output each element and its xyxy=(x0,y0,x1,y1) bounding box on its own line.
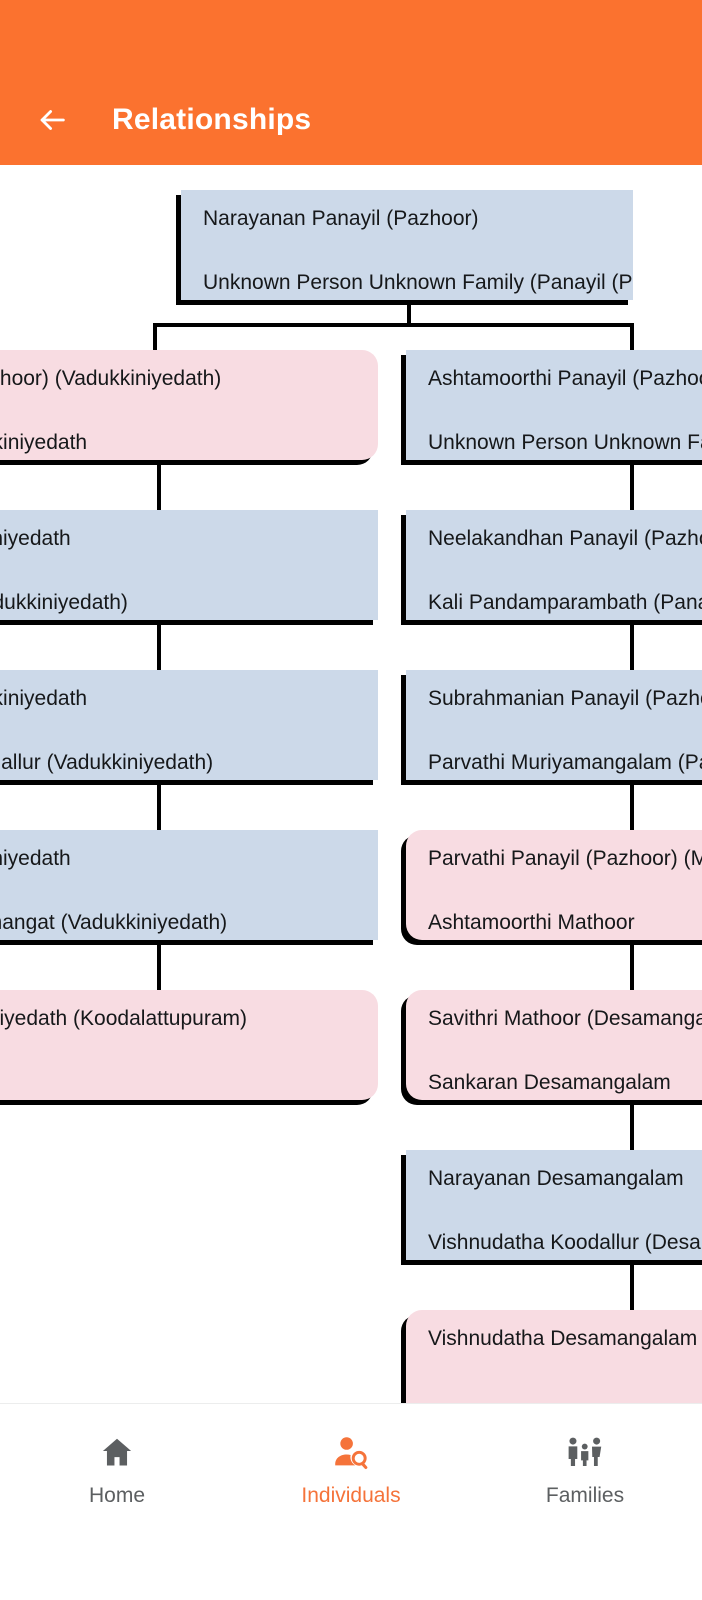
person-card-secondary-name: anan Vadukkiniyedath xyxy=(0,431,88,454)
connector-left-1 xyxy=(157,460,161,512)
person-card-left-3[interactable]: anan Vadukkiniyedath udatha Koodallur (V… xyxy=(0,670,378,780)
nav-item-label: Home xyxy=(88,1484,146,1507)
person-card-primary-name: anan Vadukkiniyedath xyxy=(0,687,88,710)
connector-right-3 xyxy=(630,780,634,832)
person-card-right-3[interactable]: Subrahmanian Panayil (Pazhoor) Parvathi … xyxy=(406,670,702,780)
nav-item-home[interactable]: Home xyxy=(0,1432,234,1508)
person-card-secondary-name: Unknown Person Unknown Family (Panayil (… xyxy=(203,271,633,294)
person-card-left-4[interactable]: ran Vadukkiniyedath atha Chemmangat (Vad… xyxy=(0,830,378,940)
person-card-primary-name: Savithri Mathoor (Desamangalam) xyxy=(428,1007,702,1030)
person-card-right-5[interactable]: Savithri Mathoor (Desamangalam) Sankaran… xyxy=(406,990,702,1100)
person-card-primary-name: Neelakandhan Panayil (Pazhoor) xyxy=(428,527,702,550)
person-card-secondary-name: Chittoor (Vadukkiniyedath) xyxy=(0,591,128,614)
person-card-primary-name: ran Vadukkiniyedath xyxy=(0,847,71,870)
person-card-primary-name: evi Vadukkiniyedath (Koodalattupuram) xyxy=(0,1007,247,1030)
person-card-right-7[interactable]: Vishnudatha Desamangalam xyxy=(406,1310,702,1403)
connector-right-1 xyxy=(630,460,634,512)
person-card-primary-name: Panayil (Pazhoor) (Vadukkiniyedath) xyxy=(0,367,222,390)
family-icon xyxy=(564,1432,606,1472)
person-card-primary-name: Vishnudatha Desamangalam xyxy=(428,1327,698,1350)
page-title: Relationships xyxy=(112,102,312,136)
connector-right-4 xyxy=(630,940,634,992)
person-card-right-2[interactable]: Neelakandhan Panayil (Pazhoor) Kali Pand… xyxy=(406,510,702,620)
person-card-left-1[interactable]: Panayil (Pazhoor) (Vadukkiniyedath) anan… xyxy=(0,350,378,460)
back-button[interactable] xyxy=(16,84,88,156)
person-card-left-5[interactable]: evi Vadukkiniyedath (Koodalattupuram) xyxy=(0,990,378,1100)
connector-left-3 xyxy=(157,780,161,832)
person-card-primary-name: Subrahmanian Panayil (Pazhoor) xyxy=(428,687,702,710)
person-card-right-1[interactable]: Ashtamoorthi Panayil (Pazhoor) Unknown P… xyxy=(406,350,702,460)
arrow-left-icon xyxy=(35,103,69,137)
person-card-secondary-name: Parvathi Muriyamangalam (Panayil (Pa xyxy=(428,751,702,774)
home-icon xyxy=(99,1432,135,1472)
person-card-right-4[interactable]: Parvathi Panayil (Pazhoor) (Mathoor) Ash… xyxy=(406,830,702,940)
person-card-secondary-name: Sankaran Desamangalam xyxy=(428,1071,671,1094)
connector-left-4 xyxy=(157,940,161,992)
connector-right-5 xyxy=(630,1100,634,1152)
person-card-right-6[interactable]: Narayanan Desamangalam Vishnudatha Kooda… xyxy=(406,1150,702,1260)
person-card-secondary-name: Vishnudatha Koodallur (Desamangalam) xyxy=(428,1231,702,1254)
person-card-root[interactable]: Narayanan Panayil (Pazhoor) Unknown Pers… xyxy=(181,190,633,300)
person-card-left-2[interactable]: ran Vadukkiniyedath Chittoor (Vadukkiniy… xyxy=(0,510,378,620)
person-card-secondary-name: Kali Pandamparambath (Panayil (Pazho xyxy=(428,591,702,614)
person-card-secondary-name: Unknown Person Unknown Family (Panay xyxy=(428,431,702,454)
nav-item-families[interactable]: Families xyxy=(468,1432,702,1508)
app-bar-row: Relationships xyxy=(0,74,702,165)
person-card-primary-name: Parvathi Panayil (Pazhoor) (Mathoor) xyxy=(428,847,702,870)
bottom-navigation-bar: Home Individuals Families xyxy=(0,1403,702,1600)
connector-root-down xyxy=(407,299,411,325)
relationship-tree: Narayanan Panayil (Pazhoor) Unknown Pers… xyxy=(0,165,702,1403)
nav-item-label: Individuals xyxy=(301,1484,401,1507)
person-card-primary-name: Narayanan Panayil (Pazhoor) xyxy=(203,207,479,230)
connector-horizontal xyxy=(153,323,634,327)
app-bar: Relationships xyxy=(0,0,702,165)
connector-right-6 xyxy=(630,1260,634,1312)
connector-left-2 xyxy=(157,620,161,672)
connector-right-2 xyxy=(630,620,634,672)
person-search-icon xyxy=(332,1432,370,1472)
person-card-primary-name: Narayanan Desamangalam xyxy=(428,1167,684,1190)
nav-item-label: Families xyxy=(545,1484,625,1507)
relationships-screen: Relationships Narayanan Panayil (Pazhoor… xyxy=(0,0,702,1600)
nav-item-individuals[interactable]: Individuals xyxy=(234,1432,468,1508)
person-card-primary-name: Ashtamoorthi Panayil (Pazhoor) xyxy=(428,367,702,390)
person-card-primary-name: ran Vadukkiniyedath xyxy=(0,527,71,550)
person-card-secondary-name: Ashtamoorthi Mathoor xyxy=(428,911,635,934)
person-card-secondary-name: atha Chemmangat (Vadukkiniyedath) xyxy=(0,911,228,934)
person-card-secondary-name: udatha Koodallur (Vadukkiniyedath) xyxy=(0,751,214,774)
